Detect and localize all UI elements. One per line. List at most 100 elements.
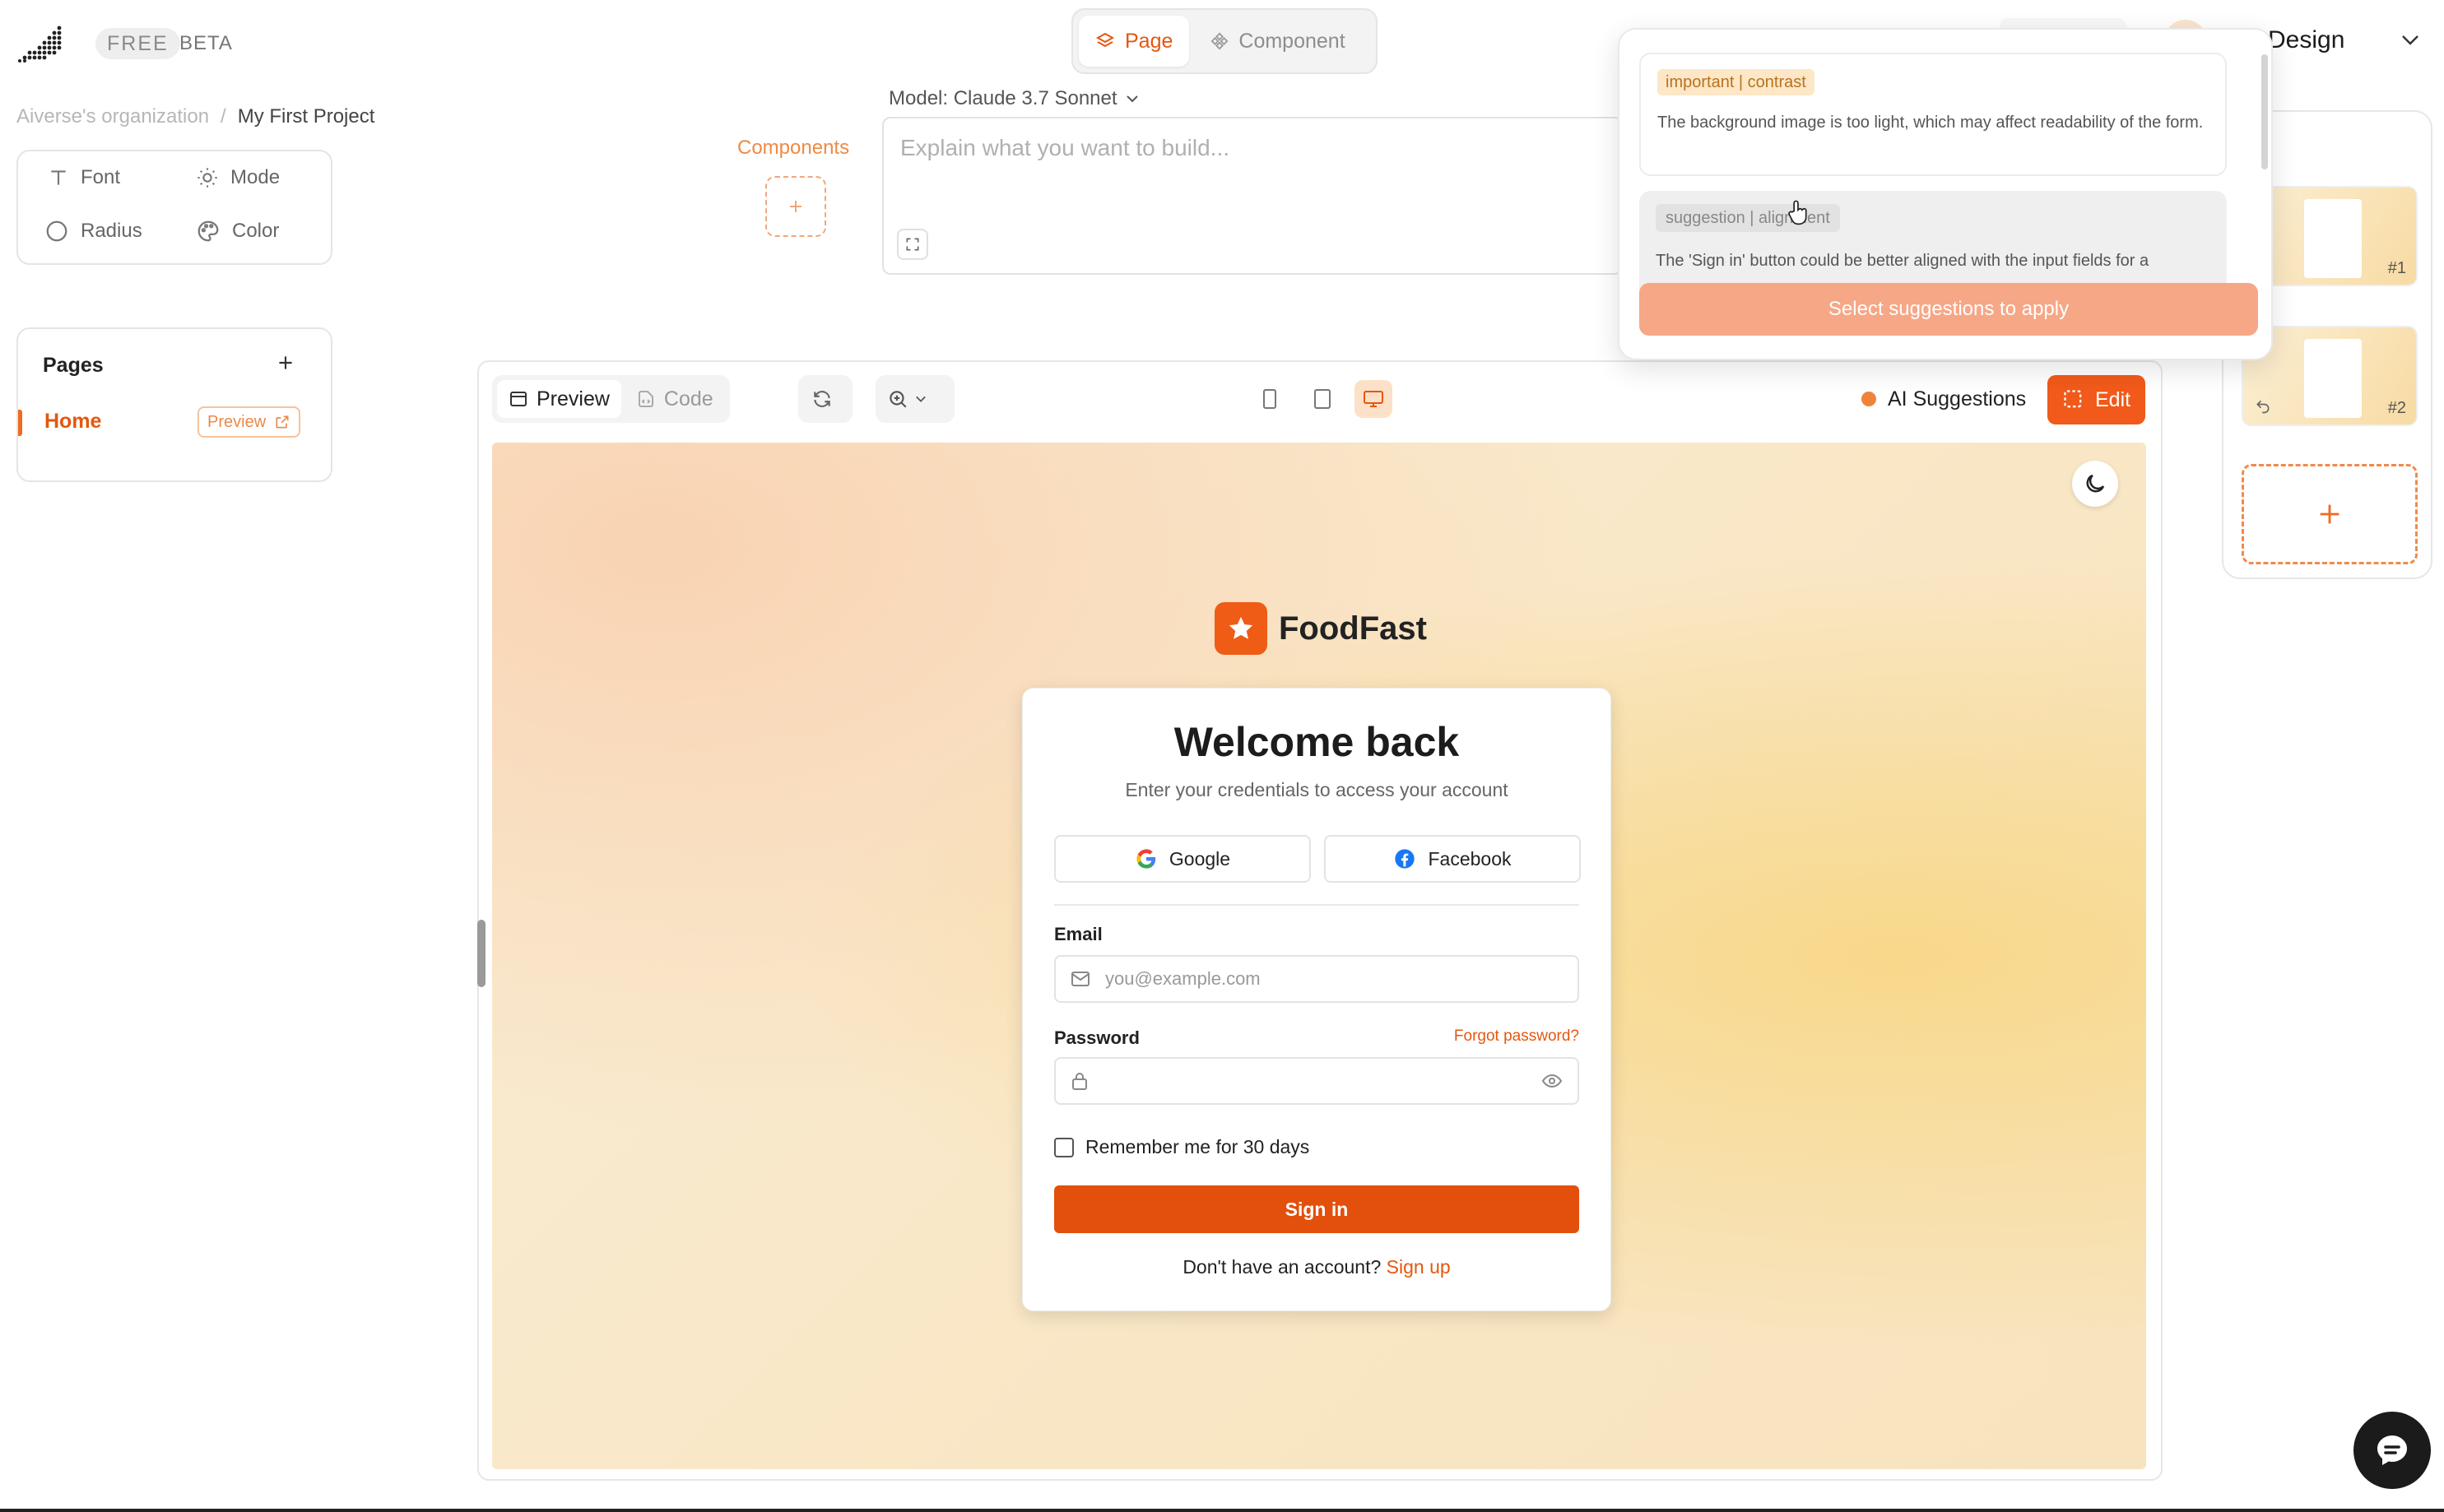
suggestion-card[interactable]: important | contrast The background imag… <box>1639 53 2227 176</box>
desktop-view-button[interactable] <box>1354 380 1392 418</box>
chat-button[interactable] <box>2353 1412 2431 1489</box>
model-select[interactable]: Model: Claude 3.7 Sonnet <box>889 87 1139 110</box>
signup-prompt: Don't have an account? <box>1183 1256 1382 1278</box>
add-variant-button[interactable] <box>2242 464 2418 564</box>
preview-frame: Preview Code AI Suggestions Edit FoodFas… <box>477 360 2163 1481</box>
variant-number: #1 <box>2387 259 2406 277</box>
email-placeholder: you@example.com <box>1105 968 1261 989</box>
code-icon <box>638 391 653 407</box>
logo-icon[interactable] <box>18 25 66 63</box>
edit-button[interactable]: Edit <box>2047 375 2146 424</box>
chevron-down-icon <box>1126 95 1138 103</box>
login-title: Welcome back <box>1173 719 1460 765</box>
sign-up-link[interactable]: Sign up <box>1387 1256 1451 1278</box>
sign-in-button[interactable]: Sign in <box>1054 1185 1579 1233</box>
lock-icon <box>1072 1073 1087 1090</box>
circle-icon <box>44 219 69 243</box>
google-login-button[interactable]: Google <box>1054 835 1311 883</box>
component-icon <box>1210 32 1229 50</box>
preview-icon <box>510 392 527 406</box>
facebook-icon <box>1395 849 1415 869</box>
login-card: Welcome back Enter your credentials to a… <box>1022 688 1611 1311</box>
mobile-view-button[interactable] <box>1251 380 1289 418</box>
ai-suggestions-label: AI Suggestions <box>1888 387 2027 410</box>
page-icon <box>1095 31 1115 51</box>
scrollbar[interactable] <box>2261 54 2268 169</box>
refresh-button[interactable] <box>798 375 853 423</box>
components-label: Components <box>737 137 850 159</box>
breadcrumb: Aiverse's organization / My First Projec… <box>16 105 374 128</box>
add-page-button[interactable] <box>275 352 296 373</box>
tab-component-label: Component <box>1238 29 1345 53</box>
variant-number: #2 <box>2387 399 2406 417</box>
pages-title: Pages <box>43 354 104 377</box>
password-field[interactable] <box>1054 1057 1579 1105</box>
suggestion-text: The background image is too light, which… <box>1657 114 2204 132</box>
chevron-down-icon[interactable] <box>2401 35 2419 46</box>
plus-icon <box>279 356 292 369</box>
tablet-icon <box>1314 389 1331 409</box>
email-field[interactable]: you@example.com <box>1054 955 1579 1003</box>
color-setting[interactable]: Color <box>196 219 279 243</box>
mail-icon <box>1071 972 1090 986</box>
active-indicator <box>18 410 22 436</box>
tab-preview-label: Preview <box>537 387 610 410</box>
desktop-icon <box>1364 391 1383 407</box>
prompt-input[interactable]: Explain what you want to build... <box>882 117 1623 275</box>
tab-component[interactable]: Component <box>1194 16 1361 67</box>
forgot-password-link[interactable]: Forgot password? <box>1454 1027 1579 1046</box>
checkbox[interactable] <box>1054 1137 1074 1157</box>
font-setting-label: Font <box>81 166 121 188</box>
tab-page-label: Page <box>1125 29 1173 53</box>
theme-toggle-button[interactable] <box>2072 461 2118 507</box>
page-preview-button[interactable]: Preview <box>197 406 301 438</box>
signup-row: Don't have an account? Sign up <box>1023 1256 1610 1278</box>
divider <box>1054 904 1579 906</box>
remember-me-checkbox[interactable]: Remember me for 30 days <box>1054 1136 1309 1158</box>
font-setting[interactable]: Font <box>48 166 120 189</box>
login-subtitle: Enter your credentials to access your ac… <box>1125 779 1508 800</box>
breadcrumb-project[interactable]: My First Project <box>238 105 375 128</box>
zoom-menu[interactable] <box>876 375 955 423</box>
ai-suggestions-toggle[interactable]: AI Suggestions <box>1861 378 2026 420</box>
password-label: Password <box>1054 1027 1140 1048</box>
pages-panel: Pages Home Preview <box>16 327 332 482</box>
tab-code[interactable]: Code <box>625 380 725 418</box>
mode-setting[interactable]: Mode <box>196 166 280 189</box>
expand-button[interactable] <box>897 229 928 260</box>
status-dot <box>1861 392 1876 406</box>
thumbnail-preview <box>2304 199 2362 278</box>
breadcrumb-separator: / <box>221 105 226 128</box>
undo-icon[interactable] <box>2255 398 2271 415</box>
suggestion-tag: important | contrast <box>1657 69 1814 95</box>
tab-code-label: Code <box>663 387 713 410</box>
breadcrumb-org[interactable]: Aiverse's organization <box>16 105 209 128</box>
suggestion-text: The 'Sign in' button could be better ali… <box>1656 252 2149 270</box>
brand-name: FoodFast <box>1279 610 1427 647</box>
tab-preview[interactable]: Preview <box>497 380 621 418</box>
zoom-icon <box>880 380 933 418</box>
add-component-button[interactable] <box>765 176 826 237</box>
suggestion-tag: suggestion | alignment <box>1656 204 1840 232</box>
view-tabs: Preview Code <box>492 375 730 423</box>
remember-me-label: Remember me for 30 days <box>1085 1136 1310 1157</box>
star-icon <box>1215 602 1267 655</box>
email-label: Email <box>1054 924 1103 944</box>
phone-icon <box>1263 389 1276 409</box>
page-item-home[interactable]: Home Preview <box>18 406 331 439</box>
plan-badge: FREE <box>95 28 180 59</box>
edit-select-icon <box>2064 390 2082 408</box>
facebook-login-button[interactable]: Facebook <box>1324 835 1581 883</box>
thumbnail-preview <box>2304 339 2362 418</box>
radius-setting[interactable]: Radius <box>44 219 142 243</box>
tablet-view-button[interactable] <box>1303 380 1341 418</box>
suggestions-popup: important | contrast The background imag… <box>1618 28 2273 360</box>
tab-page[interactable]: Page <box>1079 16 1190 67</box>
mode-switch: Page Component <box>1071 8 1378 74</box>
eye-icon[interactable] <box>1541 1073 1563 1089</box>
model-select-label: Model: Claude 3.7 Sonnet <box>889 87 1117 109</box>
prompt-placeholder: Explain what you want to build... <box>900 135 1230 160</box>
apply-suggestions-button[interactable]: Select suggestions to apply <box>1639 283 2258 336</box>
expand-icon <box>906 238 919 251</box>
resize-handle[interactable] <box>477 920 486 987</box>
